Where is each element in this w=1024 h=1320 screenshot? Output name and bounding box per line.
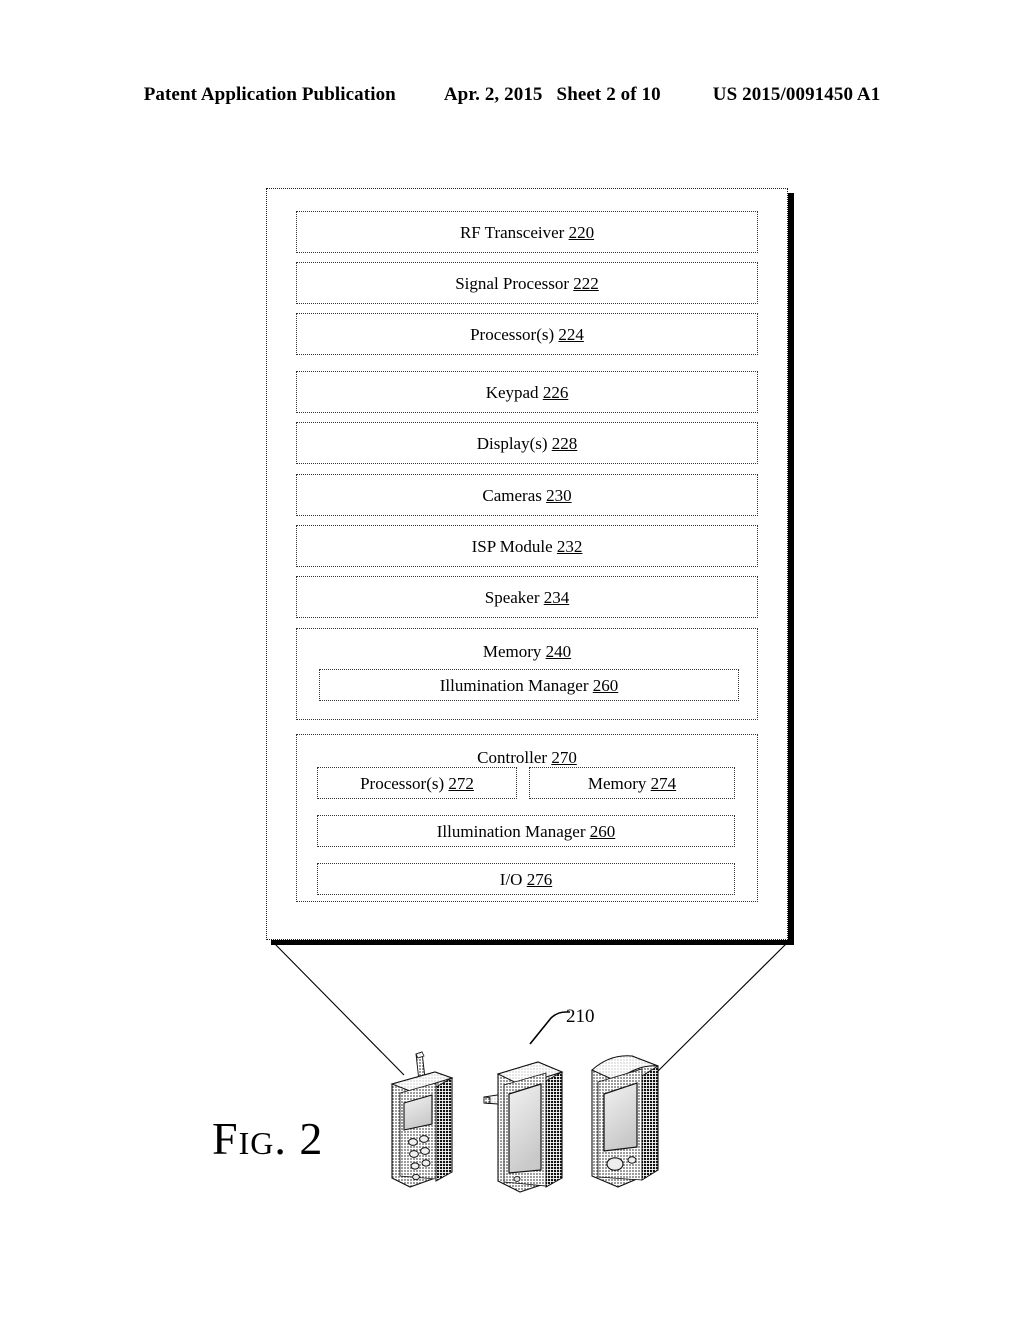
- callout-210-label: 210: [566, 1006, 595, 1027]
- sub-label: Processor(s) 272: [360, 773, 474, 793]
- block-speaker: Speaker 234: [296, 576, 761, 621]
- block-controller-illumination-manager-260: Illumination Manager 260: [317, 815, 738, 850]
- callout-leader-210: [529, 1011, 570, 1045]
- block-keypad: Keypad 226: [296, 371, 761, 416]
- block-memory-240: Memory 240 Illumination Manager 260: [296, 628, 761, 723]
- block-isp-module: ISP Module 232: [296, 525, 761, 570]
- block-controller-270: Controller 270 Processor(s) 272 Memory 2…: [296, 734, 761, 905]
- device-touchscreen-pda: [483, 1061, 564, 1193]
- header-sheet-text: Sheet 2 of 10: [556, 84, 661, 105]
- block-controller-memory-274: Memory 274: [529, 767, 738, 802]
- block-processors: Processor(s) 224: [296, 313, 761, 358]
- block-label: Keypad 226: [485, 382, 569, 402]
- figure-caption: Fig. 2: [212, 1113, 324, 1164]
- block-label: ISP Module 232: [471, 536, 583, 556]
- block-memory-240-title: Memory 240: [482, 642, 572, 661]
- block-label: Display(s) 228: [476, 433, 578, 453]
- sub-label: Illumination Manager 260: [439, 675, 619, 695]
- sub-label: I/O 276: [499, 869, 553, 889]
- block-signal-processor: Signal Processor 222: [296, 262, 761, 307]
- header-date-text: Apr. 2, 2015: [443, 84, 543, 105]
- block-label: Signal Processor 222: [455, 273, 599, 293]
- block-controller-io-276: I/O 276: [317, 863, 738, 898]
- block-label: Cameras 230: [482, 485, 572, 505]
- device-feature-phone: [390, 1051, 454, 1188]
- block-label: RF Transceiver 220: [459, 222, 595, 242]
- header-publication-text: Patent Application Publication: [143, 84, 396, 105]
- block-rf-transceiver: RF Transceiver 220: [296, 211, 761, 256]
- sub-label: Illumination Manager 260: [436, 821, 616, 841]
- block-illumination-manager-260-in-memory: Illumination Manager 260: [319, 669, 742, 704]
- page-header: Patent Application Publication Apr. 2, 2…: [0, 84, 1024, 106]
- block-label: Speaker 234: [484, 587, 570, 607]
- block-cameras: Cameras 230: [296, 474, 761, 519]
- mobile-devices-illustration: [390, 1051, 659, 1193]
- header-patent-number: US 2015/0091450 A1: [712, 84, 881, 105]
- block-controller-processors-272: Processor(s) 272: [317, 767, 520, 802]
- device-container-shadow-right: [788, 193, 794, 945]
- block-controller-270-title: Controller 270: [477, 748, 577, 767]
- block-label: Processor(s) 224: [470, 324, 584, 344]
- block-displays: Display(s) 228: [296, 422, 761, 467]
- device-smartphone: [591, 1055, 659, 1188]
- sub-label: Memory 274: [587, 773, 677, 793]
